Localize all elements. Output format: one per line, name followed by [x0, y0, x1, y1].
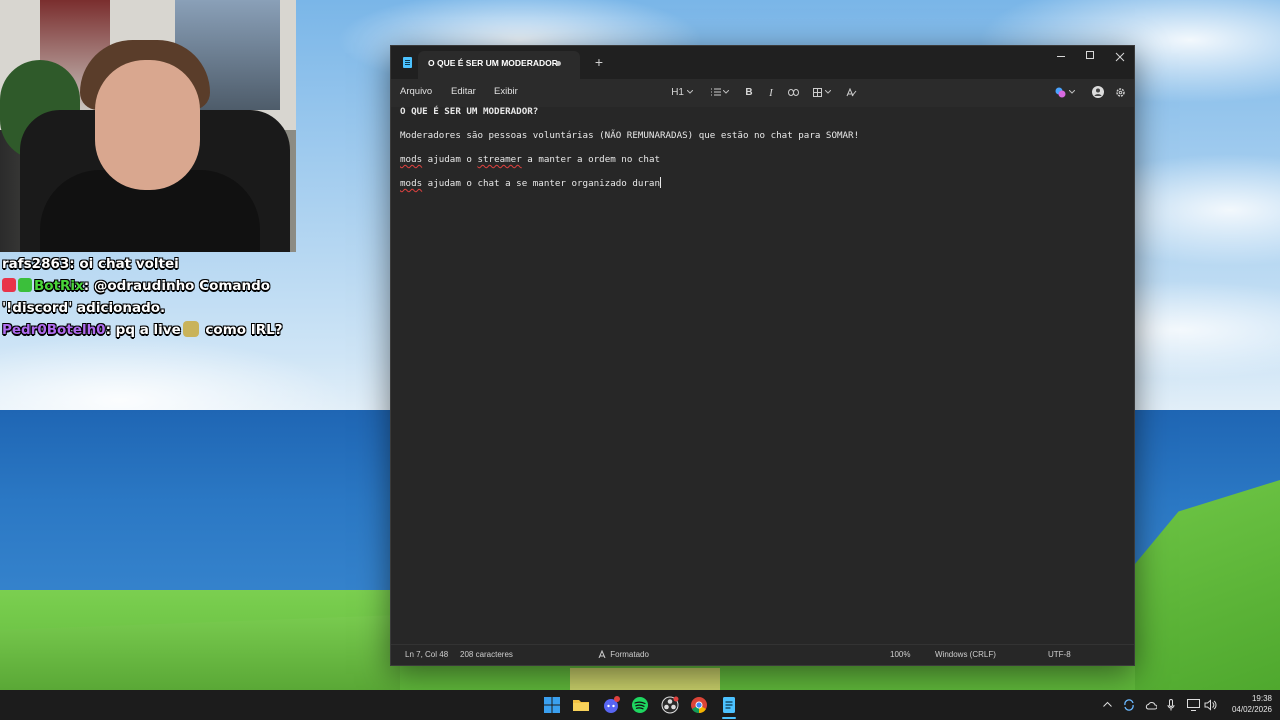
ground-yellow-path	[570, 668, 720, 690]
clear-format-icon	[846, 87, 856, 97]
status-bar: Ln 7, Col 48 208 caracteres Formatado 10…	[391, 644, 1134, 665]
account-button[interactable]	[1091, 79, 1105, 107]
speaker-icon[interactable]	[1204, 699, 1217, 711]
chat-username: BotRix	[34, 278, 84, 294]
table-dropdown[interactable]	[809, 79, 835, 107]
link-icon	[787, 88, 799, 96]
menu-arquivo[interactable]: Arquivo	[400, 79, 432, 105]
chevron-down-icon	[824, 90, 832, 95]
chevron-up-icon[interactable]	[1103, 701, 1112, 707]
list-icon	[710, 88, 721, 96]
heading-label: H1	[671, 87, 684, 98]
heading-dropdown[interactable]: H1	[669, 79, 695, 107]
microphone-icon[interactable]	[1167, 699, 1175, 711]
zoom-level[interactable]: 100%	[890, 645, 910, 665]
chat-text: pq a live	[110, 322, 181, 338]
close-icon	[1115, 52, 1125, 62]
copilot-dropdown[interactable]	[1051, 79, 1079, 107]
cursor-position: Ln 7, Col 48	[405, 650, 449, 659]
editor-heading-line: O QUE É SER UM MODERADOR?	[400, 106, 539, 117]
cloud-icon[interactable]	[1145, 700, 1157, 710]
chat-message-continued: '!discord' adicionado.	[2, 297, 292, 319]
unsaved-dot-icon[interactable]	[556, 61, 561, 66]
notepad-window: O QUE É SER UM MODERADOR + Arquivo Edita…	[390, 45, 1135, 666]
text-caret	[660, 177, 661, 188]
clock-time: 19:38	[1251, 694, 1272, 703]
line-ending[interactable]: Windows (CRLF)	[935, 645, 996, 665]
tab-title: O QUE É SER UM MODERADOR	[428, 58, 558, 68]
title-bar[interactable]: O QUE É SER UM MODERADOR +	[391, 46, 1134, 79]
file-explorer-icon[interactable]	[572, 696, 590, 714]
chat-message: rafs2863: oi chat voltei	[2, 256, 179, 272]
chat-text: como IRL?	[200, 322, 283, 338]
verified-badge-icon	[18, 278, 32, 292]
system-clock[interactable]: 19:38 04/02/2026	[1222, 693, 1272, 715]
maximize-button[interactable]	[1075, 46, 1105, 66]
spellcheck-word: streamer	[477, 154, 522, 165]
tab-document[interactable]: O QUE É SER UM MODERADOR	[418, 51, 580, 79]
obs-icon[interactable]	[661, 696, 679, 714]
gear-icon	[1115, 88, 1125, 97]
bot-badge-icon	[2, 278, 16, 292]
chat-username: Pedr0Botelh0	[2, 322, 106, 338]
webcam-overlay	[0, 0, 296, 252]
format-label: Formatado	[610, 650, 649, 659]
menu-exibir[interactable]: Exibir	[494, 79, 518, 105]
table-icon	[813, 87, 823, 97]
chat-message: BotRix: @odraudinho Comando	[2, 275, 292, 297]
chevron-down-icon	[686, 90, 694, 95]
link-button[interactable]	[786, 79, 800, 107]
display-icon[interactable]	[1187, 699, 1200, 711]
sync-icon[interactable]	[1123, 699, 1135, 711]
spellcheck-word: mods	[400, 178, 423, 189]
bold-button[interactable]: B	[743, 79, 755, 107]
stream-chat: rafs2863: oi chat voltei BotRix: @odraud…	[2, 253, 292, 341]
menu-bar: Arquivo Editar Exibir H1 B I	[391, 79, 1134, 107]
copilot-icon	[1055, 87, 1066, 98]
chevron-down-icon	[723, 90, 730, 95]
chat-text: '!discord' adicionado.	[2, 300, 166, 316]
active-app-indicator	[722, 717, 736, 719]
editor-line: Moderadores são pessoas voluntárias (NÃO…	[400, 130, 860, 141]
notepad-icon[interactable]	[720, 696, 738, 714]
chrome-icon[interactable]	[690, 696, 708, 714]
minimize-button[interactable]	[1046, 46, 1076, 66]
editor-line-current: mods ajudam o chat a se manter organizad…	[400, 177, 661, 189]
taskbar: 19:38 04/02/2026	[0, 690, 1280, 720]
text-editor[interactable]: O QUE É SER UM MODERADOR? Moderadores sã…	[400, 104, 1120, 200]
settings-button[interactable]	[1113, 79, 1127, 107]
editor-line: mods ajudam o streamer a manter a ordem …	[400, 154, 661, 165]
list-dropdown[interactable]	[707, 79, 733, 107]
character-count: 208 caracteres	[460, 650, 513, 659]
new-tab-button[interactable]: +	[591, 53, 607, 71]
chat-username: rafs2863	[2, 256, 70, 272]
close-button[interactable]	[1105, 46, 1135, 66]
format-icon	[598, 649, 606, 659]
spellcheck-word: mods	[400, 154, 423, 165]
discord-icon[interactable]	[602, 696, 620, 714]
chat-message: Pedr0Botelh0: pq a live como IRL?	[2, 321, 283, 338]
encoding[interactable]: UTF-8	[1048, 645, 1071, 665]
clock-date: 04/02/2026	[1231, 705, 1272, 714]
menu-editar[interactable]: Editar	[451, 79, 476, 105]
clear-formatting-button[interactable]	[845, 79, 857, 107]
format-toggle[interactable]: Formatado	[598, 645, 649, 665]
spotify-icon[interactable]	[631, 696, 649, 714]
chevron-down-icon	[1068, 90, 1076, 95]
avatar-icon	[1092, 86, 1104, 99]
emote-icon	[182, 321, 199, 337]
chat-text: @odraudinho Comando	[89, 278, 271, 294]
italic-button[interactable]: I	[765, 79, 777, 107]
chat-text: oi chat voltei	[74, 256, 179, 272]
notepad-app-icon	[403, 57, 412, 68]
windows-start-icon[interactable]	[543, 696, 561, 714]
